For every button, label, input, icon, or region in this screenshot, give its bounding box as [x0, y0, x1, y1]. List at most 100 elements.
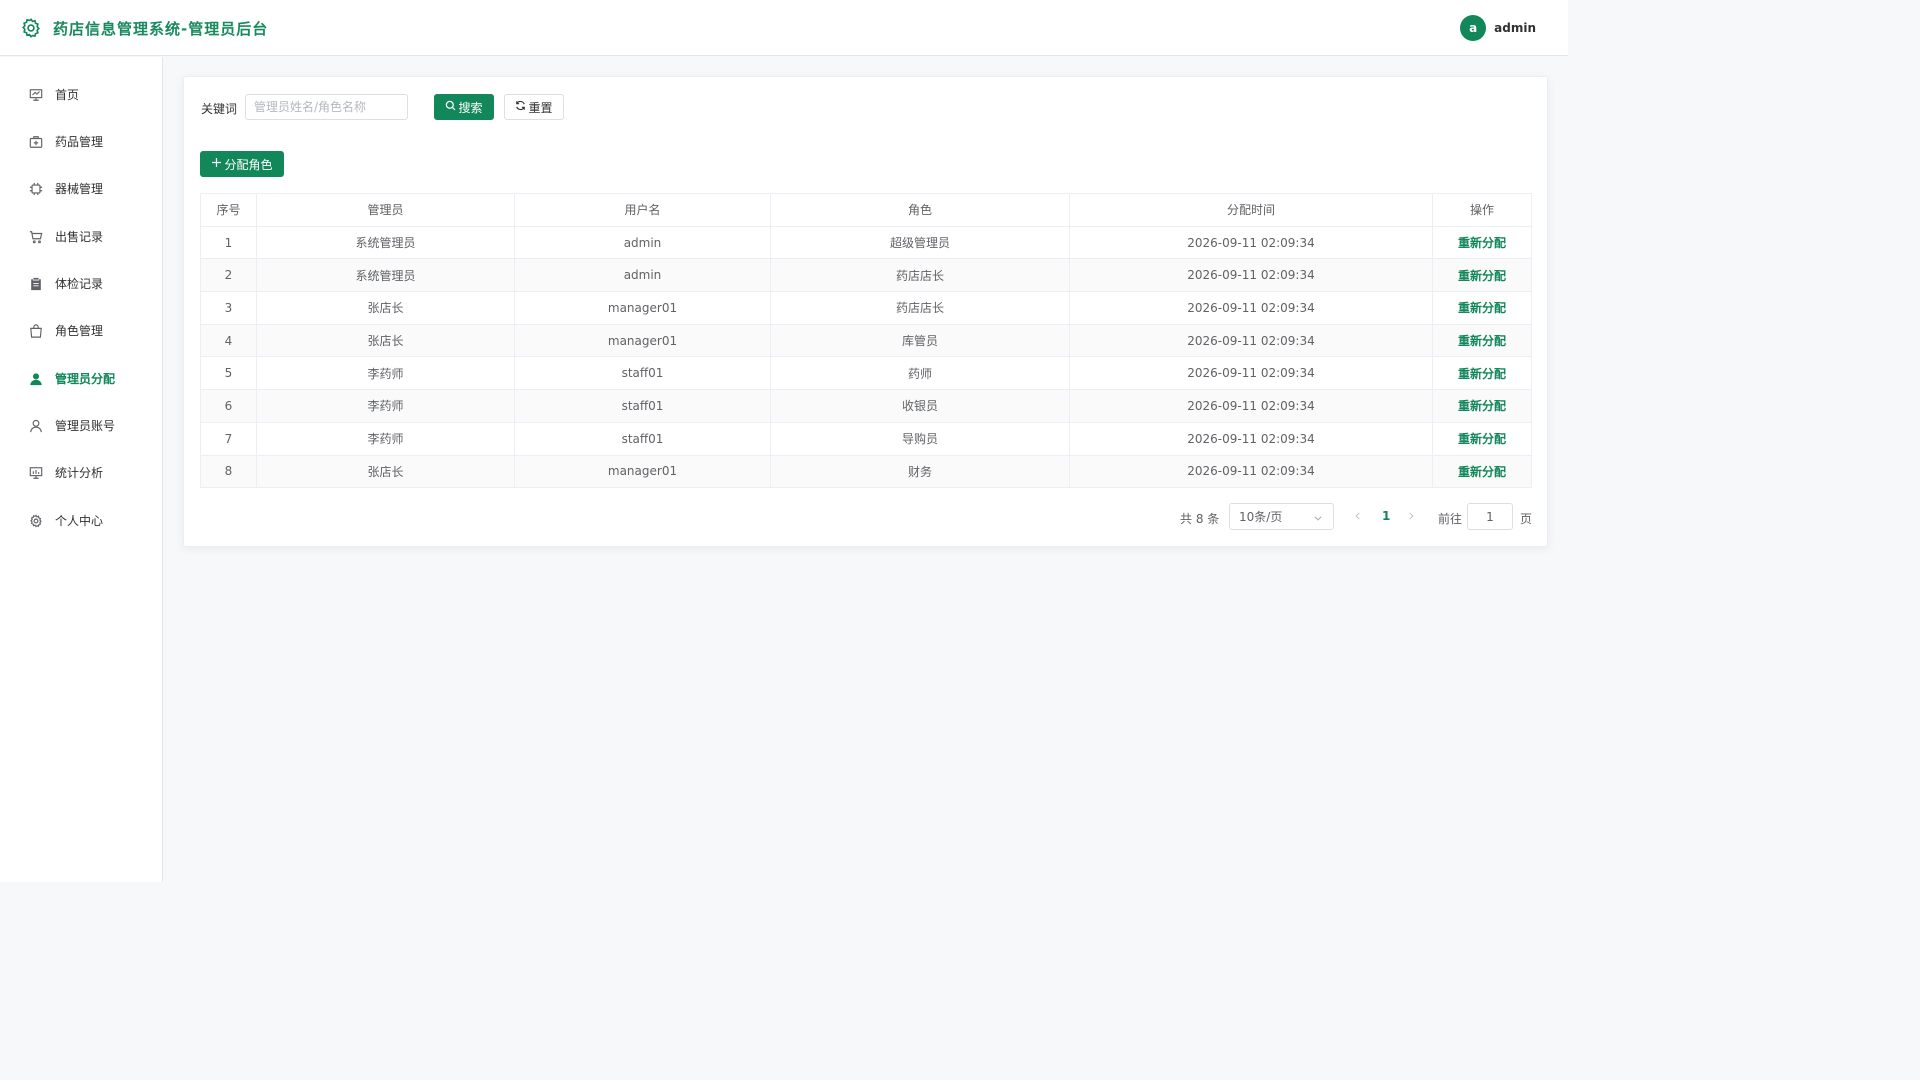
cell-username: staff01 [514, 421, 771, 456]
page-size-value: 10条/页 [1239, 510, 1283, 524]
reassign-link[interactable]: 重新分配 [1432, 323, 1532, 358]
cell-no: 6 [200, 389, 257, 423]
sidebar-item-home[interactable]: 首页 [0, 71, 162, 118]
cell-admin: 系统管理员 [256, 258, 515, 293]
sidebar-item-profile[interactable]: 个人中心 [0, 497, 162, 544]
sidebar-item-label: 统计分析 [55, 466, 104, 480]
reset-button[interactable]: 重置 [504, 94, 564, 120]
cell-username: manager01 [514, 291, 771, 325]
column-header: 序号 [200, 193, 257, 227]
table-row: 2 系统管理员 admin 药店店长 2026-09-11 02:09:34 重… [200, 258, 1532, 293]
gear-icon [28, 513, 44, 529]
cell-admin: 张店长 [256, 454, 515, 489]
cell-username: staff01 [514, 356, 771, 391]
assign-role-button[interactable]: 分配角色 [200, 151, 284, 177]
user-filled-icon [28, 371, 44, 387]
reassign-link[interactable]: 重新分配 [1432, 454, 1532, 489]
chip-icon [28, 181, 44, 197]
sidebar-item-medicine[interactable]: 药品管理 [0, 118, 162, 165]
cell-role: 药店店长 [770, 258, 1070, 293]
table-row: 5 李药师 staff01 药师 2026-09-11 02:09:34 重新分… [200, 356, 1532, 391]
cell-no: 8 [200, 454, 257, 489]
goto-page-input[interactable] [1467, 503, 1513, 530]
cell-role: 财务 [770, 454, 1070, 489]
cell-time: 2026-09-11 02:09:34 [1069, 258, 1433, 293]
medicine-box-icon [28, 134, 44, 150]
reassign-link[interactable]: 重新分配 [1432, 225, 1532, 260]
cell-no: 3 [200, 291, 257, 325]
cell-time: 2026-09-11 02:09:34 [1069, 291, 1433, 325]
page-number-current[interactable]: 1 [1382, 509, 1390, 523]
table-row: 4 张店长 manager01 库管员 2026-09-11 02:09:34 … [200, 323, 1532, 358]
cell-time: 2026-09-11 02:09:34 [1069, 454, 1433, 489]
cell-role: 药师 [770, 356, 1070, 391]
cart-icon [28, 229, 44, 245]
sidebar-item-label: 首页 [55, 88, 80, 102]
refresh-icon [515, 100, 528, 114]
cell-username: manager01 [514, 323, 771, 358]
cell-admin: 李药师 [256, 421, 515, 456]
sidebar-item-sales[interactable]: 出售记录 [0, 213, 162, 260]
cell-admin: 张店长 [256, 291, 515, 325]
top-header: 药店信息管理系统-管理员后台 a admin [0, 0, 1568, 56]
clipboard-icon [28, 276, 44, 292]
user-name[interactable]: admin [1494, 21, 1536, 35]
column-header: 用户名 [514, 193, 771, 227]
cell-time: 2026-09-11 02:09:34 [1069, 356, 1433, 391]
sidebar-item-checkup[interactable]: 体检记录 [0, 260, 162, 307]
bag-icon [28, 323, 44, 339]
reassign-link[interactable]: 重新分配 [1432, 356, 1532, 391]
column-header: 角色 [770, 193, 1070, 227]
cell-no: 2 [200, 258, 257, 293]
sidebar-item-admin-assign[interactable]: 管理员分配 [0, 355, 162, 402]
sidebar: 首页 药品管理 器械管理 出售记录 体检记录 角色管理 管理员分配 管理员账号 … [0, 57, 163, 882]
app-title: 药店信息管理系统-管理员后台 [53, 20, 269, 38]
cell-username: manager01 [514, 454, 771, 489]
search-button[interactable]: 搜索 [434, 94, 494, 120]
gear-logo-icon [20, 17, 42, 39]
search-input[interactable] [245, 94, 408, 120]
chevron-right-icon [1409, 512, 1414, 520]
goto-label: 前往 [1438, 512, 1463, 526]
column-header: 分配时间 [1069, 193, 1433, 227]
table-row: 1 系统管理员 admin 超级管理员 2026-09-11 02:09:34 … [200, 225, 1532, 260]
table-row: 7 李药师 staff01 导购员 2026-09-11 02:09:34 重新… [200, 421, 1532, 456]
user-menu[interactable]: a admin [1460, 15, 1536, 41]
cell-role: 收银员 [770, 389, 1070, 423]
cell-no: 1 [200, 225, 257, 260]
sidebar-item-statistics[interactable]: 统计分析 [0, 449, 162, 496]
table-row: 3 张店长 manager01 药店店长 2026-09-11 02:09:34… [200, 291, 1532, 325]
cell-admin: 李药师 [256, 356, 515, 391]
sidebar-item-label: 角色管理 [55, 324, 104, 338]
cell-username: staff01 [514, 389, 771, 423]
goto-suffix: 页 [1520, 512, 1533, 526]
table-row: 6 李药师 staff01 收银员 2026-09-11 02:09:34 重新… [200, 389, 1532, 423]
cell-role: 药店店长 [770, 291, 1070, 325]
assign-role-label: 分配角色 [224, 157, 273, 172]
column-header: 操作 [1432, 193, 1532, 227]
cell-username: admin [514, 258, 771, 293]
cell-role: 导购员 [770, 421, 1070, 456]
next-page-button[interactable] [1406, 510, 1416, 524]
prev-page-button[interactable] [1353, 510, 1363, 524]
cell-time: 2026-09-11 02:09:34 [1069, 389, 1433, 423]
keyword-label: 关键词 [201, 102, 238, 116]
sidebar-item-roles[interactable]: 角色管理 [0, 307, 162, 354]
chevron-down-icon [1313, 512, 1323, 526]
avatar[interactable]: a [1460, 15, 1487, 41]
reassign-link[interactable]: 重新分配 [1432, 389, 1532, 423]
cell-time: 2026-09-11 02:09:34 [1069, 421, 1433, 456]
reassign-link[interactable]: 重新分配 [1432, 291, 1532, 325]
dashboard-icon [28, 87, 44, 103]
user-icon [28, 418, 44, 434]
chart-icon [28, 465, 44, 481]
reassign-link[interactable]: 重新分配 [1432, 421, 1532, 456]
page-size-select[interactable]: 10条/页 [1229, 503, 1334, 530]
cell-time: 2026-09-11 02:09:34 [1069, 225, 1433, 260]
sidebar-item-device[interactable]: 器械管理 [0, 165, 162, 212]
cell-no: 4 [200, 323, 257, 358]
main-card: 关键词 搜索 重置 分配角色 序号 管理员 用户名 角色 分配时间 [183, 76, 1548, 547]
column-header: 管理员 [256, 193, 515, 227]
reassign-link[interactable]: 重新分配 [1432, 258, 1532, 293]
sidebar-item-admin-accounts[interactable]: 管理员账号 [0, 402, 162, 449]
